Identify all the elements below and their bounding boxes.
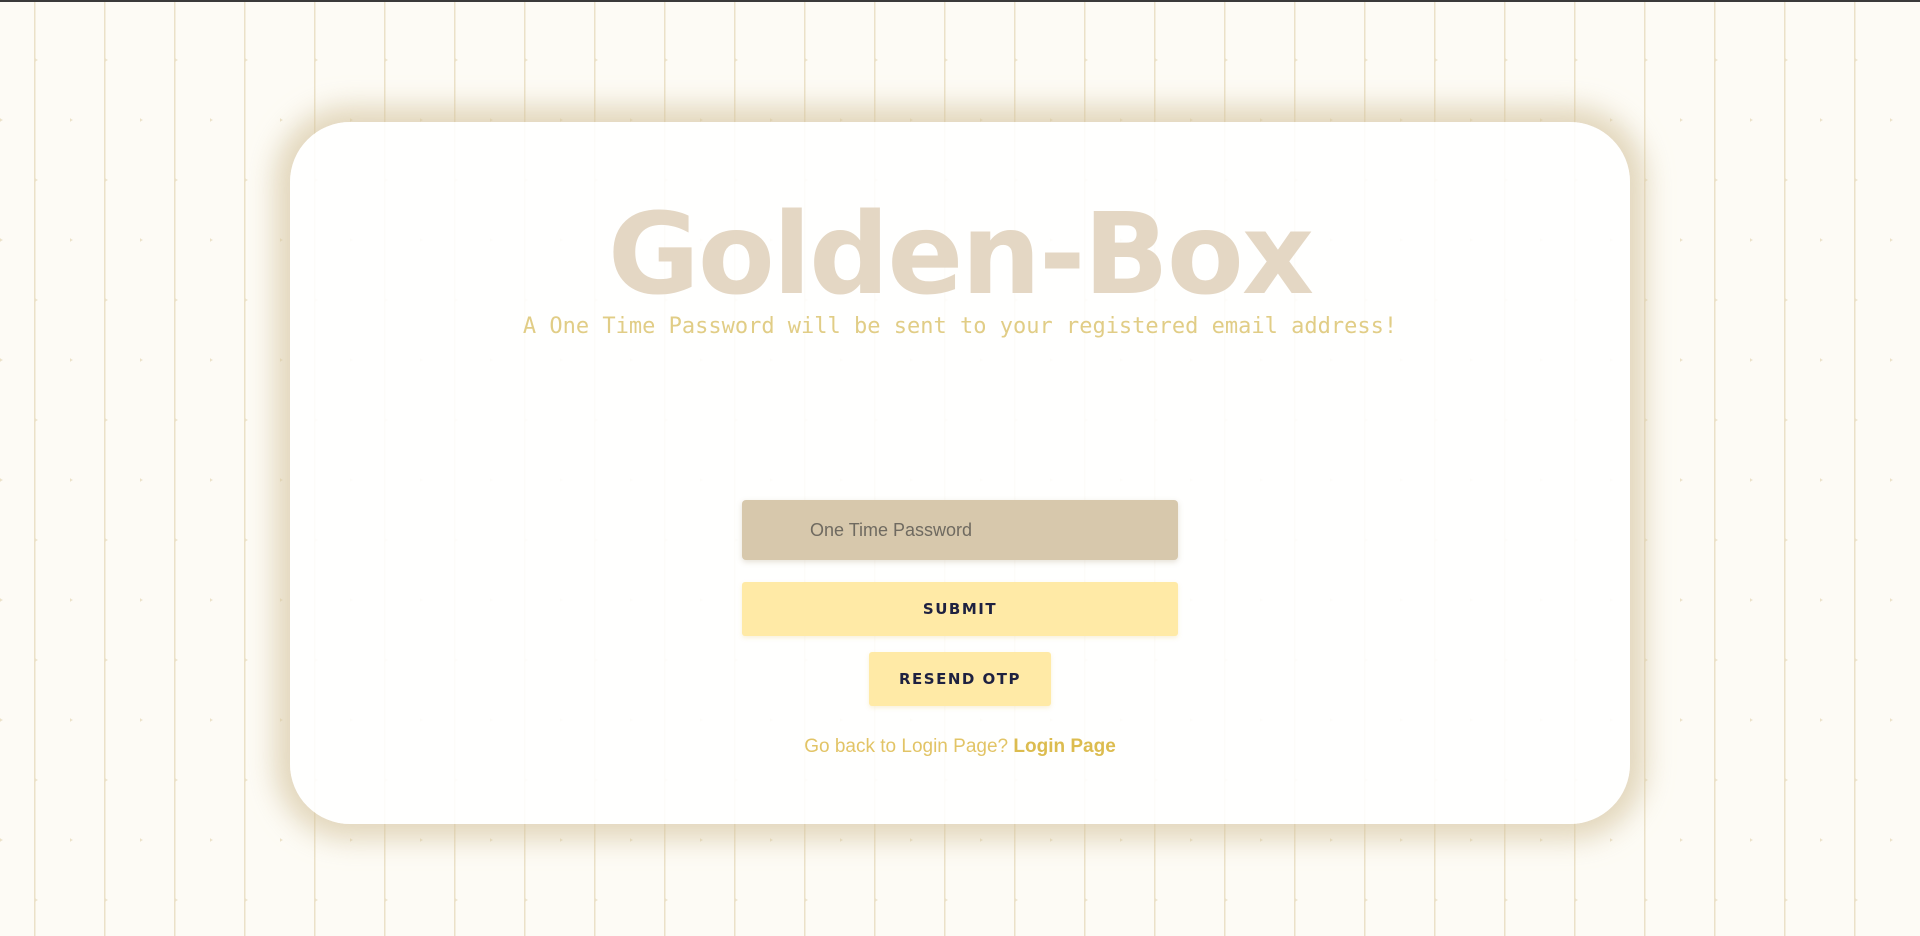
resend-otp-button[interactable]: RESEND OTP [869,652,1051,706]
back-to-login-row: Go back to Login Page? Login Page [290,736,1630,758]
otp-input[interactable] [742,500,1178,560]
submit-button[interactable]: SUBMIT [742,582,1178,636]
login-page-link[interactable]: Login Page [1013,736,1115,757]
otp-card: Golden-Box A One Time Password will be s… [290,122,1630,824]
brand-title: Golden-Box [607,190,1314,320]
otp-instruction-text: A One Time Password will be sent to your… [522,314,1398,339]
back-to-login-prompt: Go back to Login Page? [804,736,1009,757]
window-top-border [0,0,1920,2]
